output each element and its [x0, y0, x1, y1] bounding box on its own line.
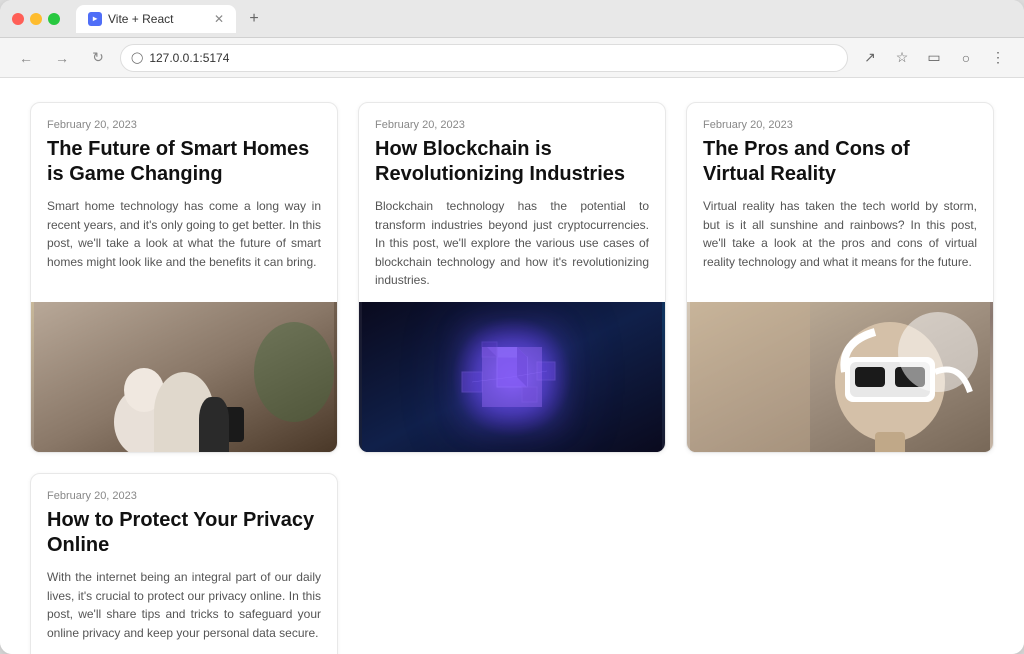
card-excerpt-vr: Virtual reality has taken the tech world… [703, 197, 977, 271]
minimize-traffic-light[interactable] [30, 13, 42, 25]
address-text: 127.0.0.1:5174 [149, 51, 229, 65]
tab-favicon: ▸ [88, 12, 102, 26]
browser-window: ▸ Vite + React ✕ + ← → ↻ ◯ 127.0.0.1:517… [0, 0, 1024, 654]
card-date-smart-homes: February 20, 2023 [47, 119, 321, 131]
forward-button[interactable]: → [48, 44, 76, 72]
new-tab-button[interactable]: + [242, 7, 266, 31]
blockchain-image [359, 302, 665, 452]
tab-label: Vite + React [108, 12, 173, 26]
card-image-blockchain [359, 302, 665, 452]
card-content-privacy: February 20, 2023 How to Protect Your Pr… [31, 474, 337, 654]
card-smart-homes[interactable]: February 20, 2023 The Future of Smart Ho… [30, 102, 338, 453]
reader-view-button[interactable]: ▭ [920, 44, 948, 72]
card-vr[interactable]: February 20, 2023 The Pros and Cons of V… [686, 102, 994, 453]
blog-grid-top: February 20, 2023 The Future of Smart Ho… [30, 102, 994, 453]
card-title-blockchain: How Blockchain is Revolutionizing Indust… [375, 137, 649, 187]
smart-homes-image [31, 302, 337, 452]
card-image-vr [687, 302, 993, 452]
toolbar-actions: ↗ ☆ ▭ ○ ⋮ [856, 44, 1012, 72]
card-content-blockchain: February 20, 2023 How Blockchain is Revo… [359, 103, 665, 302]
card-title-smart-homes: The Future of Smart Homes is Game Changi… [47, 137, 321, 187]
bookmark-button[interactable]: ☆ [888, 44, 916, 72]
blog-grid-bottom: February 20, 2023 How to Protect Your Pr… [30, 473, 994, 654]
card-excerpt-blockchain: Blockchain technology has the potential … [375, 197, 649, 290]
menu-button[interactable]: ⋮ [984, 44, 1012, 72]
card-content-vr: February 20, 2023 The Pros and Cons of V… [687, 103, 993, 283]
maximize-traffic-light[interactable] [48, 13, 60, 25]
tab-close-button[interactable]: ✕ [214, 12, 224, 26]
card-excerpt-privacy: With the internet being an integral part… [47, 568, 321, 642]
card-date-vr: February 20, 2023 [703, 119, 977, 131]
back-button[interactable]: ← [12, 44, 40, 72]
profile-button[interactable]: ○ [952, 44, 980, 72]
active-tab[interactable]: ▸ Vite + React ✕ [76, 5, 236, 33]
browser-toolbar: ← → ↻ ◯ 127.0.0.1:5174 ↗ ☆ ▭ ○ ⋮ [0, 38, 1024, 78]
card-privacy[interactable]: February 20, 2023 How to Protect Your Pr… [30, 473, 338, 654]
page-content: February 20, 2023 The Future of Smart Ho… [0, 78, 1024, 654]
card-excerpt-smart-homes: Smart home technology has come a long wa… [47, 197, 321, 271]
card-title-privacy: How to Protect Your Privacy Online [47, 508, 321, 558]
address-bar[interactable]: ◯ 127.0.0.1:5174 [120, 44, 848, 72]
close-traffic-light[interactable] [12, 13, 24, 25]
tab-bar: ▸ Vite + React ✕ + [76, 5, 984, 33]
reload-button[interactable]: ↻ [84, 44, 112, 72]
address-lock-icon: ◯ [131, 51, 143, 64]
card-title-vr: The Pros and Cons of Virtual Reality [703, 137, 977, 187]
vr-image [687, 302, 993, 452]
title-bar: ▸ Vite + React ✕ + [0, 0, 1024, 38]
card-date-blockchain: February 20, 2023 [375, 119, 649, 131]
card-image-smart-homes [31, 302, 337, 452]
traffic-lights [12, 13, 60, 25]
card-date-privacy: February 20, 2023 [47, 490, 321, 502]
share-button[interactable]: ↗ [856, 44, 884, 72]
card-content-smart-homes: February 20, 2023 The Future of Smart Ho… [31, 103, 337, 283]
card-blockchain[interactable]: February 20, 2023 How Blockchain is Revo… [358, 102, 666, 453]
